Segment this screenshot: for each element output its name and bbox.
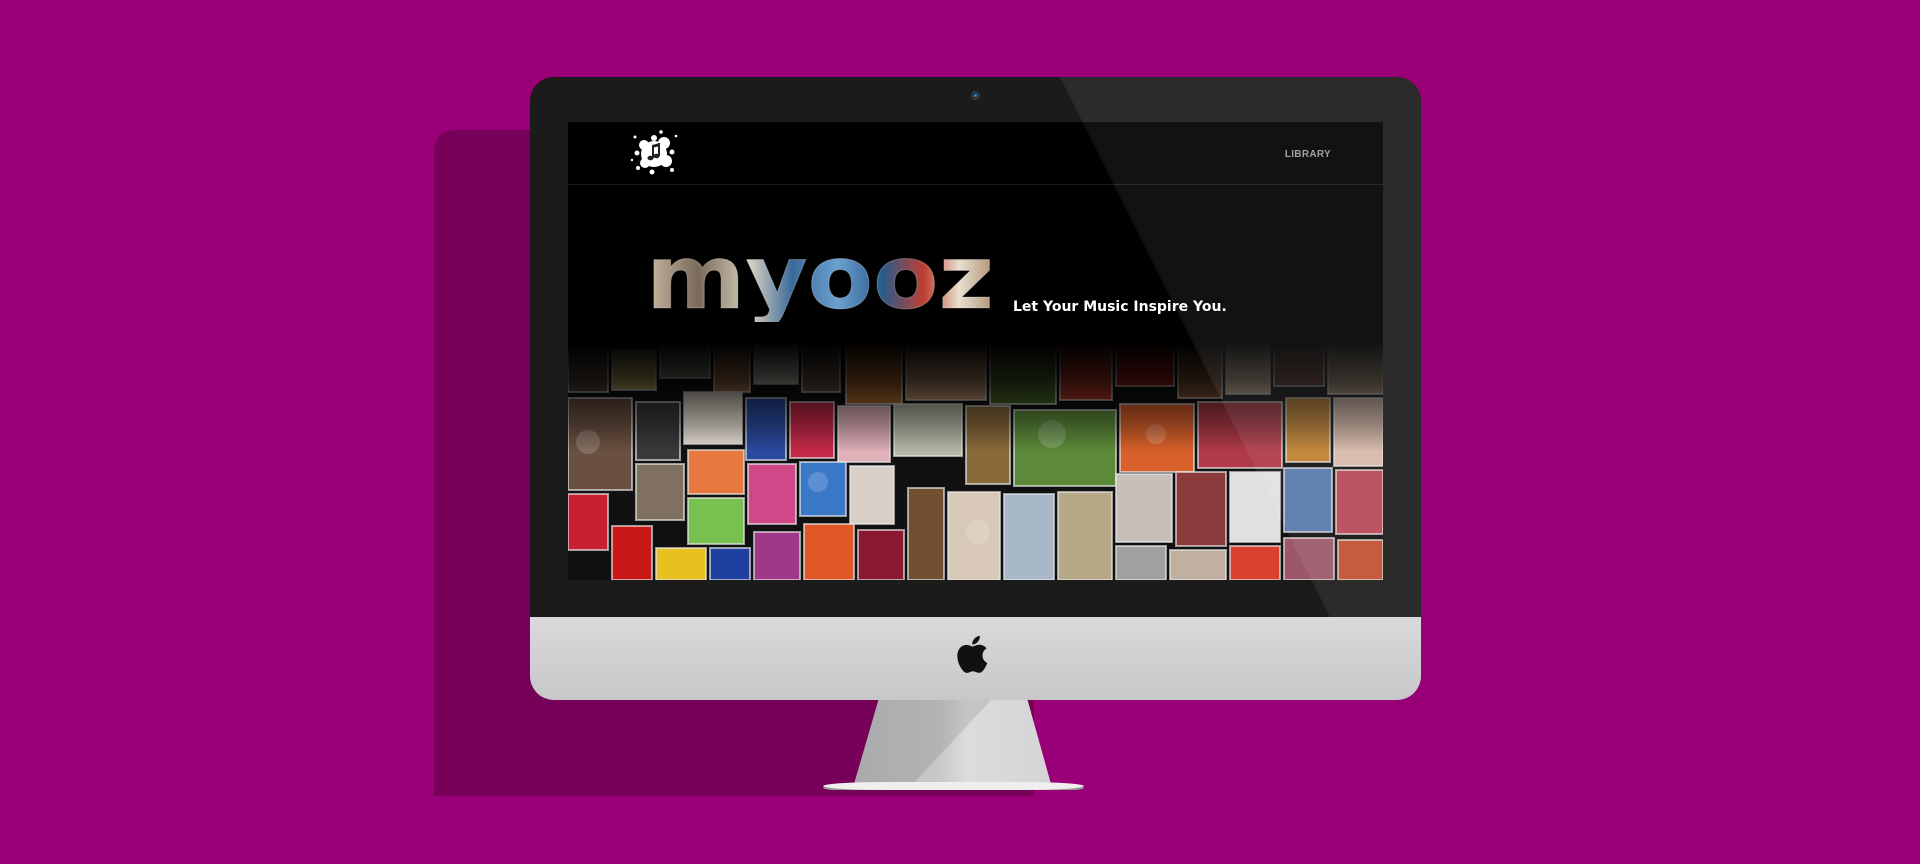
- paint-splatter-music-note-icon[interactable]: [628, 127, 680, 179]
- collage-gradient-overlay: [568, 342, 1383, 452]
- site-header: LIBRARY: [568, 122, 1383, 185]
- monitor-stand: [823, 698, 1084, 790]
- imac-monitor: LIBRARY myooz Let Your Music Inspire You…: [530, 77, 1421, 700]
- myooz-wordmark-text: myooz: [646, 232, 994, 322]
- stand-base: [823, 782, 1084, 790]
- webcam-icon: [972, 92, 979, 99]
- apple-logo-icon: [957, 635, 988, 673]
- website-screen: LIBRARY myooz Let Your Music Inspire You…: [568, 122, 1383, 580]
- hero-tagline: Let Your Music Inspire You.: [1013, 299, 1227, 315]
- myooz-wordmark: myooz: [646, 232, 995, 322]
- nav-library-link[interactable]: LIBRARY: [1285, 149, 1331, 160]
